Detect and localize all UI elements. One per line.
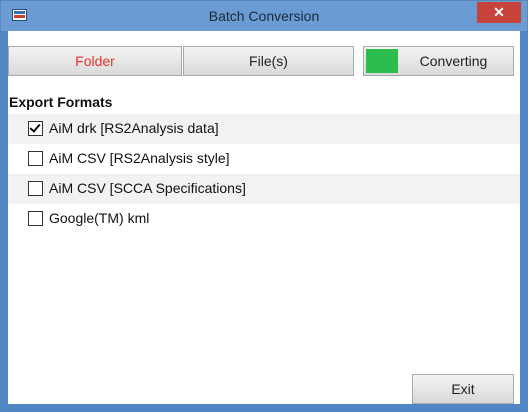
title-bar[interactable]: Batch Conversion ✕ bbox=[1, 1, 527, 31]
format-label: AiM drk [RS2Analysis data] bbox=[49, 120, 219, 136]
exit-button[interactable]: Exit bbox=[412, 374, 514, 404]
window-title: Batch Conversion bbox=[208, 8, 320, 24]
format-row-aim-drk[interactable]: AiM drk [RS2Analysis data] bbox=[8, 114, 520, 144]
batch-conversion-window: Batch Conversion ✕ Folder File(s) Conver… bbox=[0, 0, 528, 412]
aim-drk-checkbox[interactable] bbox=[28, 121, 43, 136]
google-kml-checkbox[interactable] bbox=[28, 211, 43, 226]
converting-status-indicator bbox=[366, 49, 398, 73]
export-format-list: AiM drk [RS2Analysis data] AiM CSV [RS2A… bbox=[8, 114, 520, 234]
close-icon: ✕ bbox=[493, 4, 505, 20]
format-row-google-kml[interactable]: Google(TM) kml bbox=[8, 204, 520, 234]
format-row-aim-csv-scca[interactable]: AiM CSV [SCCA Specifications] bbox=[8, 174, 520, 204]
format-label: AiM CSV [RS2Analysis style] bbox=[49, 150, 230, 166]
folder-button[interactable]: Folder bbox=[8, 46, 182, 76]
format-label: AiM CSV [SCCA Specifications] bbox=[49, 180, 246, 196]
converting-button[interactable]: Converting bbox=[363, 46, 514, 76]
aim-csv-scca-checkbox[interactable] bbox=[28, 181, 43, 196]
dialog-body: Folder File(s) Converting Export Formats… bbox=[8, 31, 520, 404]
export-formats-heading: Export Formats bbox=[9, 94, 113, 110]
format-label: Google(TM) kml bbox=[49, 210, 150, 226]
close-button[interactable]: ✕ bbox=[477, 2, 521, 23]
converting-label: Converting bbox=[419, 53, 488, 69]
format-row-aim-csv-rs2[interactable]: AiM CSV [RS2Analysis style] bbox=[8, 144, 520, 174]
files-button[interactable]: File(s) bbox=[183, 46, 354, 76]
aim-csv-rs2-checkbox[interactable] bbox=[28, 151, 43, 166]
